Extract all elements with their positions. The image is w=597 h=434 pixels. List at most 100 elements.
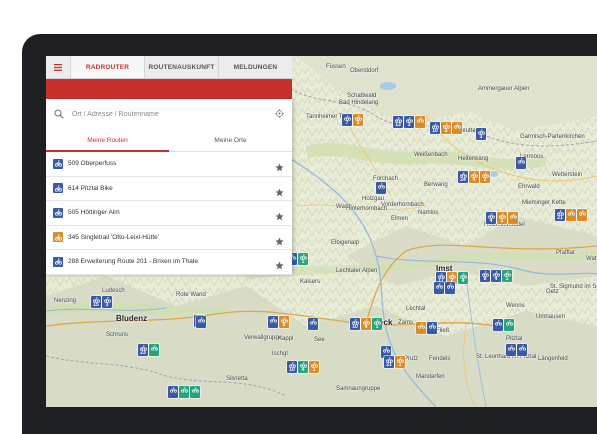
marker-count: 3 [105, 302, 109, 308]
bike-marker-icon[interactable] [149, 344, 159, 356]
route-marker-cluster[interactable]: 24 4 2 [458, 171, 490, 183]
route-marker-cluster[interactable]: 42 [486, 212, 518, 224]
bike-marker-icon[interactable] [308, 318, 318, 330]
bike-marker-icon[interactable]: 8 [480, 270, 490, 282]
bike-marker-icon[interactable]: 15 [91, 296, 101, 308]
map-place-label: Berwang [424, 182, 448, 188]
bike-marker-icon[interactable] [196, 316, 206, 328]
route-marker-cluster[interactable]: 15 3 [91, 296, 112, 308]
locate-icon[interactable] [275, 109, 284, 118]
hamburger-menu-icon[interactable] [46, 56, 70, 78]
bike-marker-icon[interactable]: 2 [497, 212, 507, 224]
map-place-label: Mandarfen [416, 374, 445, 380]
bike-marker-icon[interactable]: 3 [353, 114, 363, 126]
bike-marker-icon[interactable] [508, 212, 518, 224]
bike-marker-icon[interactable] [516, 157, 526, 169]
bike-marker-icon[interactable]: 23 [138, 344, 148, 356]
route-list-item[interactable]: 505 Höttinger Alm [46, 201, 292, 226]
bike-marker-icon[interactable] [493, 319, 503, 331]
bike-marker-icon[interactable]: 3 [102, 296, 112, 308]
bike-marker-icon[interactable]: 1 [502, 270, 512, 282]
bike-marker-icon[interactable] [376, 182, 386, 194]
search-input[interactable] [70, 109, 264, 119]
bike-marker-icon[interactable]: 13 [393, 116, 403, 128]
bike-marker-icon[interactable]: 4 [469, 171, 479, 183]
favorite-star-icon[interactable] [275, 184, 284, 196]
route-list-item[interactable]: 288 Erweiterung Route 201 - Brixen im Th… [46, 250, 292, 275]
route-marker-cluster[interactable]: 21 1 [384, 356, 405, 368]
tab-meine-routen[interactable]: Meine Routen [46, 129, 169, 152]
bike-marker-icon[interactable]: 4 [491, 270, 501, 282]
bike-marker-icon[interactable]: 4 [458, 272, 468, 284]
route-marker-cluster[interactable] [516, 157, 526, 169]
bike-marker-icon[interactable] [504, 319, 514, 331]
route-marker-cluster[interactable]: 23 [138, 344, 159, 356]
bike-marker-icon[interactable]: 21 [555, 209, 565, 221]
bike-marker-icon[interactable]: 1 [309, 361, 319, 373]
map-place-label: Nenzing [54, 298, 77, 304]
route-marker-cluster[interactable]: 3 [476, 128, 486, 140]
bike-marker-icon[interactable]: 3 [476, 128, 486, 140]
favorite-star-icon[interactable] [275, 257, 284, 270]
route-marker-cluster[interactable] [196, 316, 206, 328]
bike-marker-icon[interactable] [434, 282, 444, 294]
bike-marker-icon[interactable]: 2 [480, 171, 490, 183]
bike-marker-icon[interactable]: 3 [404, 116, 414, 128]
bike-marker-icon[interactable] [566, 209, 576, 221]
bike-marker-icon[interactable] [268, 316, 278, 328]
favorite-star-icon[interactable] [275, 159, 284, 172]
bike-marker-icon[interactable] [445, 282, 455, 294]
bike-marker-icon[interactable]: 21 [384, 356, 394, 368]
route-marker-cluster[interactable]: 10 3 [430, 122, 462, 134]
bike-marker-icon[interactable]: 10 [350, 318, 360, 330]
route-marker-cluster[interactable] [376, 182, 386, 194]
route-list-item[interactable]: 614 Pitztal Bike [46, 177, 292, 201]
bike-marker-icon[interactable] [506, 344, 516, 356]
bike-marker-icon[interactable]: 10 [430, 122, 440, 134]
favorite-star-icon[interactable] [275, 233, 284, 245]
route-marker-cluster[interactable]: 21 [555, 209, 587, 221]
route-marker-cluster[interactable]: 8 [268, 316, 289, 328]
route-label: 505 Höttinger Alm [68, 209, 120, 217]
bike-marker-icon[interactable] [427, 322, 437, 334]
bike-marker-icon[interactable] [452, 122, 462, 134]
tab-routenauskunft[interactable]: ROUTENAUSKUNFT [144, 56, 218, 78]
route-marker-cluster[interactable]: 10 4 1 [287, 361, 319, 373]
bike-marker-icon[interactable]: 1 [372, 318, 382, 330]
bike-marker-icon[interactable] [168, 386, 178, 398]
route-marker-cluster[interactable]: 13 3 [393, 116, 425, 128]
bike-marker-icon[interactable] [415, 116, 425, 128]
bike-marker-icon[interactable]: 10 [287, 361, 297, 373]
route-marker-cluster[interactable] [416, 322, 437, 334]
bike-marker-icon[interactable] [179, 386, 189, 398]
route-marker-cluster[interactable]: 10 4 1 [350, 318, 382, 330]
tab-meine-orte[interactable]: Meine Orte [169, 129, 292, 151]
bike-marker-icon[interactable]: 4 [361, 318, 371, 330]
bike-marker-icon[interactable]: 24 [458, 171, 468, 183]
route-marker-cluster[interactable] [168, 386, 200, 398]
route-marker-cluster[interactable] [308, 318, 318, 330]
bike-marker-icon[interactable]: 8 [279, 316, 289, 328]
route-marker-cluster[interactable] [493, 319, 514, 331]
route-list-item[interactable]: 509 Oberperfuss [46, 152, 292, 177]
bike-marker-icon[interactable]: 7 [342, 114, 352, 126]
tab-meldungen[interactable]: MELDUNGEN [218, 56, 292, 78]
tab-radrouter[interactable]: RADROUTER [70, 56, 144, 78]
route-marker-cluster[interactable]: 73 [342, 114, 363, 126]
favorite-star-icon[interactable] [275, 208, 284, 221]
bike-route-icon [53, 256, 63, 267]
bike-marker-icon[interactable]: 4 [298, 361, 308, 373]
marker-count: 1 [312, 367, 316, 373]
bike-marker-icon[interactable]: 1 [298, 253, 308, 265]
bike-marker-icon[interactable] [416, 322, 426, 334]
bike-marker-icon[interactable] [190, 386, 200, 398]
route-marker-cluster[interactable]: 8 4 1 [480, 270, 512, 282]
bike-marker-icon[interactable] [577, 209, 587, 221]
bike-marker-icon[interactable] [517, 344, 527, 356]
route-marker-cluster[interactable] [434, 282, 455, 294]
route-list-item[interactable]: 345 Singletrail 'Otto-Leixl-Hütte' [46, 226, 292, 250]
bike-marker-icon[interactable]: 1 [395, 356, 405, 368]
bike-marker-icon[interactable]: 3 [441, 122, 451, 134]
route-marker-cluster[interactable] [506, 344, 527, 356]
bike-marker-icon[interactable]: 4 [486, 212, 496, 224]
